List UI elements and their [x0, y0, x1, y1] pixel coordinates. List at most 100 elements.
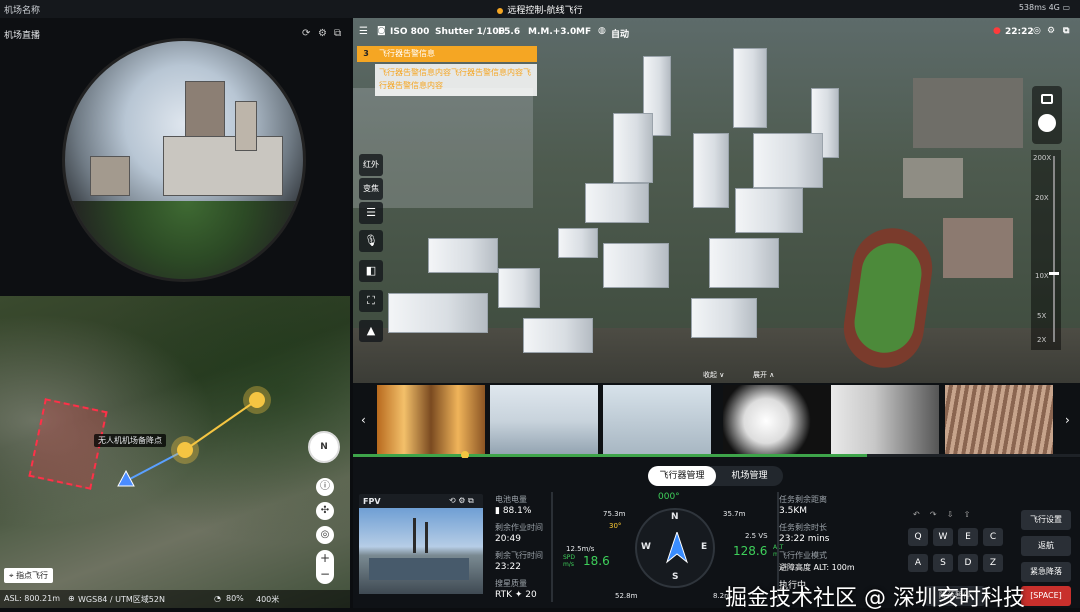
alert-title: 飞行器告警信息 — [375, 46, 537, 62]
payload-icon[interactable]: ◧ — [359, 260, 383, 282]
fpv-controls-icon[interactable]: ⟲ ⚙ ⧉ — [449, 496, 474, 506]
top-bar: 机场名称 远程控制-航线飞行 538ms 4G ▭ — [0, 0, 1080, 18]
expand-icon[interactable]: ⧉ — [1063, 26, 1069, 36]
media-thumbnail[interactable] — [490, 385, 598, 457]
media-thumbnail[interactable] — [603, 385, 711, 457]
zoom-track — [1053, 156, 1055, 342]
zoom-thumb[interactable] — [1049, 272, 1059, 275]
key-q[interactable]: Q — [908, 528, 928, 546]
locate-icon[interactable]: ◎ — [316, 526, 334, 544]
microphone-icon[interactable]: 🎙 — [359, 230, 383, 252]
shutter-value[interactable]: Shutter 1/100 — [435, 27, 505, 37]
school-building — [943, 218, 1013, 278]
media-strip: ‹ › — [353, 383, 1080, 459]
fpv-panel[interactable]: FPV ⟲ ⚙ ⧉ — [359, 494, 483, 594]
record-button-icon[interactable]: ◎ — [1033, 26, 1041, 36]
key-w[interactable]: W — [933, 528, 953, 546]
menu-icon[interactable]: ☰ — [359, 26, 368, 37]
key-z[interactable]: Z — [983, 554, 1003, 572]
buildings-block — [913, 78, 1023, 148]
timeline-progress — [353, 454, 867, 457]
spotlight-icon[interactable]: ☰ — [359, 202, 383, 224]
battery-readout: 80% — [226, 594, 244, 603]
expand-icon[interactable]: ⧉ — [334, 28, 341, 39]
alert-message: 飞行器告警信息内容飞行器告警信息内容飞行器告警信息内容 — [375, 64, 537, 96]
school-building — [903, 158, 963, 198]
map-status-bar: ASL: 800.21m ⊕ WGS84 / UTM区域52N ◔ 80% 40… — [0, 590, 350, 608]
mission-distance-value: 3.5KM — [779, 506, 807, 516]
key-c[interactable]: C — [983, 528, 1003, 546]
return-home-button[interactable]: 返航 — [1021, 536, 1071, 556]
battery-label: 电池电量 — [495, 495, 527, 504]
chimney — [425, 522, 428, 553]
map-view[interactable]: 无人机机场备降点 N ⓘ ✣ ◎ + − ⌖ 指点飞行 ASL: 800.21m … — [0, 296, 350, 608]
refresh-icon[interactable]: ⟳ — [302, 28, 310, 39]
pitch-readout: 30° — [609, 522, 622, 530]
auto-mode[interactable]: 自动 — [611, 27, 629, 40]
fstop-value[interactable]: F5.6 — [498, 27, 520, 37]
flight-settings-button[interactable]: 飞行设置 — [1021, 510, 1071, 530]
ascend-icon: ⇧ — [963, 510, 971, 519]
point-flight-button[interactable]: ⌖ 指点飞行 — [4, 568, 54, 583]
camera-icon: ◙ — [377, 26, 386, 36]
asl-readout: ASL: 800.21m — [4, 594, 61, 603]
map-compass[interactable]: N — [308, 431, 340, 463]
speed-value: 18.6 — [583, 554, 610, 568]
shutter-button[interactable] — [1038, 114, 1056, 132]
media-thumbnail[interactable] — [377, 385, 485, 457]
gear-icon[interactable]: ⚙ — [1047, 26, 1055, 36]
zoom-out-icon[interactable]: − — [316, 566, 334, 582]
remaining-flight-label: 剩余飞行时间 — [495, 551, 543, 560]
media-thumbnail[interactable] — [723, 385, 831, 457]
frame-select-icon[interactable]: ⛶ — [359, 290, 383, 312]
infrared-button[interactable]: 红外 — [359, 154, 383, 176]
waypoint-marker[interactable] — [249, 392, 265, 408]
video-mode-icon[interactable] — [1041, 94, 1053, 104]
aircraft-heading-icon — [665, 532, 689, 564]
key-a[interactable]: A — [908, 554, 928, 572]
point-flight-label: 指点飞行 — [16, 571, 49, 580]
rotate-left-icon: ↶ — [913, 510, 920, 519]
info-icon[interactable]: ⓘ — [316, 478, 334, 496]
camera-main-view[interactable]: ☰ ◙ ISO 800 Shutter 1/100 F5.6 M.M.+3.0 … — [353, 18, 1080, 383]
ev-value[interactable]: M.M.+3.0 — [528, 27, 576, 37]
network-status: 538ms 4G ▭ — [1019, 3, 1070, 12]
key-d[interactable]: D — [958, 554, 978, 572]
battery-value: ▮ 88.1% — [495, 506, 531, 516]
bottom-distance: 52.8m — [615, 592, 638, 600]
focus-mode[interactable]: MF — [576, 27, 591, 37]
tab-dock[interactable]: 机场管理 — [716, 466, 783, 486]
collapse-button[interactable]: 收起 ∨ — [703, 370, 724, 380]
speed-label: SPD m/s — [563, 554, 576, 568]
zoom-control[interactable]: + − — [316, 550, 334, 584]
key-e[interactable]: E — [958, 528, 978, 546]
zoom-in-icon[interactable]: + — [316, 550, 334, 566]
drone-icon[interactable]: ✣ — [316, 502, 334, 520]
building — [163, 136, 283, 196]
key-s[interactable]: S — [933, 554, 953, 572]
dock-marker[interactable] — [177, 442, 193, 458]
media-thumbnail[interactable] — [831, 385, 939, 457]
zoom-mode-button[interactable]: 变焦 — [359, 178, 383, 200]
globe-icon: ⊕ — [68, 594, 75, 603]
navigation-arrow-icon[interactable]: ▲ — [359, 320, 383, 342]
gear-icon[interactable]: ⚙ — [318, 28, 327, 39]
zoom-level-label: 5X — [1037, 312, 1047, 320]
expand-button[interactable]: 展开 ∧ — [753, 370, 774, 380]
space-key-button[interactable]: [SPACE] — [1021, 586, 1071, 606]
compass-e: E — [701, 542, 708, 552]
media-thumbnail[interactable] — [945, 385, 1053, 457]
next-arrow-icon[interactable]: › — [1065, 413, 1070, 427]
residential-tower — [585, 183, 649, 223]
signal-value: RTK ✦ 20 — [495, 590, 537, 600]
remaining-work-label: 剩余作业时间 — [495, 523, 543, 532]
iso-value[interactable]: ISO 800 — [390, 27, 429, 37]
live-title: 机场直播 — [4, 31, 41, 41]
prev-arrow-icon[interactable]: ‹ — [361, 413, 366, 427]
watermark: 掘金技术社区 @ 深圳亥时科技 — [725, 586, 1025, 611]
alert-panel[interactable]: 3 飞行器告警信息 飞行器告警信息内容飞行器告警信息内容飞行器告警信息内容 — [357, 46, 537, 96]
zoom-slider[interactable]: 200X 20X 10X 5X 2X — [1031, 150, 1061, 350]
mission-mode-value: 避障高度 ALT: 100m — [779, 563, 855, 572]
emergency-land-button[interactable]: 紧急降落 — [1021, 562, 1071, 582]
tab-aircraft[interactable]: 飞行器管理 — [648, 466, 716, 486]
